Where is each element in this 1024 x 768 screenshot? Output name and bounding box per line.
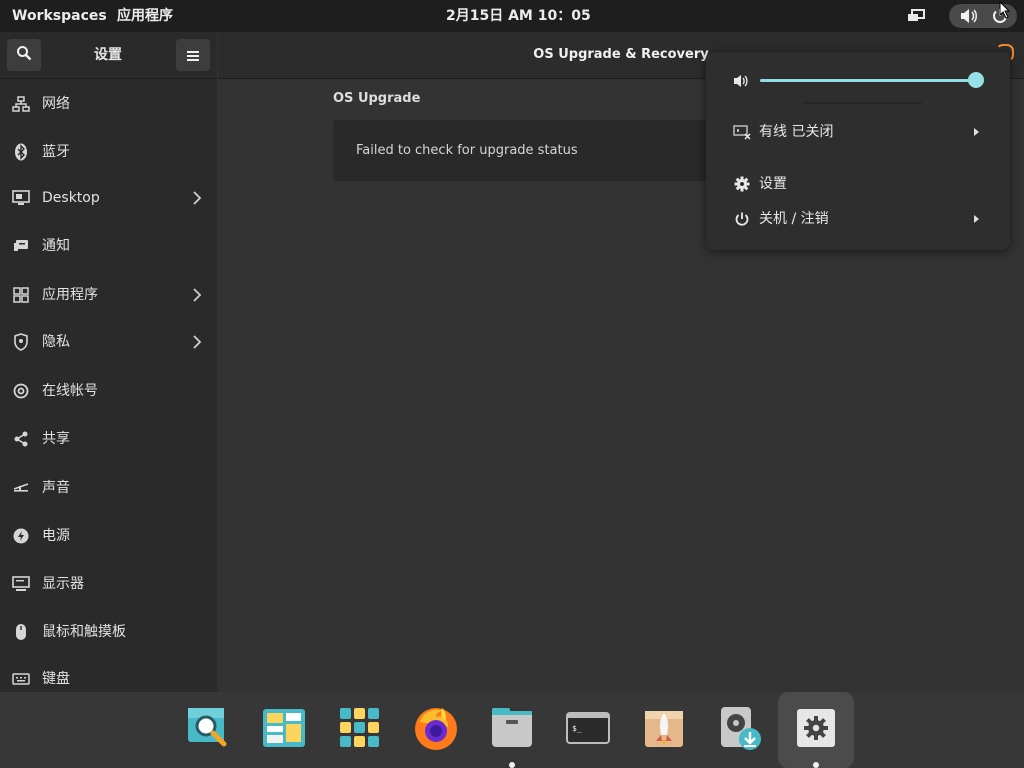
search-button[interactable]	[7, 39, 41, 71]
volume-slider-track[interactable]	[760, 79, 976, 82]
sidebar-item-label: Desktop	[42, 190, 100, 206]
dock-pop-shop[interactable]	[246, 692, 322, 768]
volume-icon	[960, 8, 978, 24]
wired-label: 有线 已关闭	[759, 124, 834, 140]
mouse-pointer-icon	[998, 0, 1012, 20]
volume-slider-handle[interactable]	[968, 72, 984, 88]
search-app-icon	[186, 706, 230, 754]
chevron-right-icon	[188, 189, 206, 207]
gear-icon	[733, 175, 751, 193]
chevron-right-icon	[188, 333, 206, 351]
at-icon	[12, 382, 30, 400]
running-indicator	[813, 762, 819, 768]
dock-settings[interactable]	[778, 692, 854, 768]
terminal-icon: $_	[566, 712, 610, 748]
clock[interactable]: 2月15日 AM 10：05	[446, 0, 591, 32]
menu-button[interactable]	[176, 39, 210, 71]
firefox-icon	[412, 704, 460, 756]
apps-grid-icon	[12, 286, 30, 304]
sidebar-item-notifications[interactable]: 通知	[0, 224, 217, 268]
sidebar-item-label: 共享	[42, 431, 70, 447]
sidebar-item-label: 应用程序	[42, 287, 98, 303]
bluetooth-icon	[12, 143, 30, 161]
sidebar-item-label: 通知	[42, 238, 70, 254]
submenu-arrow-icon	[974, 128, 979, 136]
dock-search-app[interactable]	[170, 692, 246, 768]
sidebar-item-sharing[interactable]: 共享	[0, 417, 217, 461]
applications-button[interactable]: 应用程序	[117, 0, 173, 32]
disk-download-icon	[718, 705, 762, 755]
settings-title: 设置	[94, 47, 122, 63]
desktop-icon	[12, 189, 30, 207]
running-indicator	[509, 762, 515, 768]
workspaces-button[interactable]: Workspaces	[12, 0, 107, 32]
svg-text:$_: $_	[572, 724, 582, 733]
app-grid-icon	[339, 707, 381, 753]
sidebar-item-sound[interactable]: 声音	[0, 466, 217, 510]
dock-firefox[interactable]	[398, 692, 474, 768]
sidebar-item-bluetooth[interactable]: 蓝牙	[0, 130, 217, 174]
sidebar-item-label: 鼠标和触摸板	[42, 624, 126, 640]
sidebar-item-displays[interactable]: 显示器	[0, 562, 217, 606]
chevron-right-icon	[188, 286, 206, 304]
sidebar-item-label: 隐私	[42, 334, 70, 350]
sidebar-item-network[interactable]: 网络	[0, 82, 217, 126]
sidebar-item-label: 在线帐号	[42, 383, 98, 399]
settings-sidebar: 设置 网络 蓝牙 Desktop 通知 应用程序 隐私 在线帐号 共享 声音 电…	[0, 32, 217, 692]
sidebar-item-privacy[interactable]: 隐私	[0, 320, 217, 364]
power-bolt-icon	[12, 527, 30, 545]
sidebar-item-label: 声音	[42, 480, 70, 496]
volume-icon	[732, 72, 750, 90]
sidebar-item-online-accounts[interactable]: 在线帐号	[0, 369, 217, 413]
sidebar-header: 设置	[0, 32, 217, 79]
search-icon	[16, 45, 32, 65]
sidebar-item-mouse[interactable]: 鼠标和触摸板	[0, 610, 217, 654]
sidebar-item-desktop[interactable]: Desktop	[0, 176, 217, 220]
dock: $_	[0, 692, 1024, 768]
sound-icon	[12, 479, 30, 497]
files-icon	[490, 707, 534, 753]
monitor-icon	[12, 575, 30, 593]
submenu-arrow-icon	[974, 215, 979, 223]
sidebar-item-label: 显示器	[42, 576, 84, 592]
dock-app-grid[interactable]	[322, 692, 398, 768]
sidebar-item-label: 网络	[42, 96, 70, 112]
sidebar-item-power[interactable]: 电源	[0, 514, 217, 558]
settings-label: 设置	[759, 176, 787, 192]
rocket-icon	[642, 707, 686, 753]
settings-app-icon	[796, 708, 836, 752]
share-icon	[12, 430, 30, 448]
power-label: 关机 / 注销	[759, 211, 829, 227]
sidebar-item-label: 电源	[42, 528, 70, 544]
top-bar: Workspaces 应用程序 2月15日 AM 10：05	[0, 0, 1024, 32]
keyboard-icon	[12, 670, 30, 688]
sidebar-item-label: 蓝牙	[42, 144, 70, 160]
dock-terminal[interactable]: $_	[550, 692, 626, 768]
section-title: OS Upgrade	[333, 91, 421, 106]
pop-shop-icon	[262, 708, 306, 752]
hamburger-icon	[187, 46, 199, 65]
network-icon	[12, 95, 30, 113]
system-menu-popup: 有线 已关闭 设置 关机 / 注销	[706, 52, 1010, 250]
upgrade-status-text: Failed to check for upgrade status	[356, 143, 578, 158]
dock-rocket[interactable]	[626, 692, 702, 768]
power-icon	[733, 210, 751, 228]
privacy-icon	[12, 333, 30, 351]
sidebar-item-applications[interactable]: 应用程序	[0, 273, 217, 317]
settings-item[interactable]: 设置	[706, 169, 1010, 199]
divider	[802, 102, 922, 104]
notification-icon	[12, 237, 30, 255]
power-off-logout-item[interactable]: 关机 / 注销	[706, 204, 1010, 234]
wired-connection-item[interactable]: 有线 已关闭	[706, 117, 1010, 147]
display-icon[interactable]	[906, 7, 926, 25]
wired-off-icon	[733, 123, 751, 141]
mouse-icon	[12, 623, 30, 641]
dock-disk-download[interactable]	[702, 692, 778, 768]
dock-files[interactable]	[474, 692, 550, 768]
